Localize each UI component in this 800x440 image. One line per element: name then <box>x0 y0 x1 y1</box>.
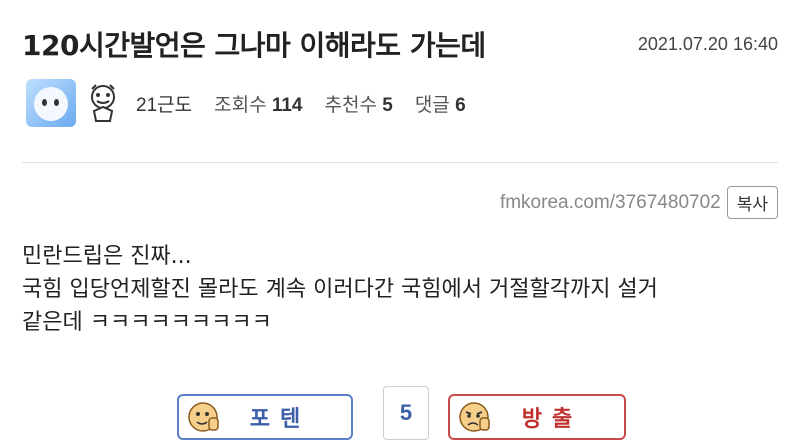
body-line: 국힘 입당언제할진 몰라도 계속 이러다간 국힘에서 거절할각까지 설거 <box>22 277 658 302</box>
vote-count: 5 <box>383 386 429 440</box>
post-url[interactable]: fmkorea.com/3767480702 <box>500 192 721 214</box>
downvote-button[interactable]: 방출 <box>448 394 626 440</box>
recommend-stat: 추천수 5 <box>325 90 393 117</box>
vote-row: 포텐 5 방출 <box>0 386 800 440</box>
recommend-label: 추천수 <box>324 94 377 116</box>
views-stat: 조회수 114 <box>214 90 302 117</box>
post-body: 민란드립은 진짜... 국힘 입당언제할진 몰라도 계속 이러다간 국힘에서 거… <box>22 240 658 339</box>
url-row: fmkorea.com/3767480702 복사 <box>500 186 778 219</box>
copy-url-button[interactable]: 복사 <box>726 186 778 219</box>
avatar[interactable] <box>26 79 76 127</box>
thumbs-up-face-icon <box>188 402 219 432</box>
post-title: 120시간발언은 그나마 이해라도 가는데 <box>22 29 486 62</box>
post-date: 2021.07.20 16:40 <box>637 34 778 54</box>
views-label: 조회수 <box>214 94 267 116</box>
views-count: 114 <box>271 94 303 116</box>
upvote-label: 포텐 <box>249 407 311 432</box>
level-icon <box>91 84 115 122</box>
body-line: 같은데 ㅋㅋㅋㅋㅋㅋㅋㅋㅋ <box>22 310 272 335</box>
author-name[interactable]: 21근도 <box>136 90 192 117</box>
thumbs-down-face-icon <box>459 402 490 432</box>
comments-count: 6 <box>455 94 466 116</box>
downvote-label: 방출 <box>521 407 583 432</box>
upvote-button[interactable]: 포텐 <box>177 394 353 440</box>
comments-stat[interactable]: 댓글 6 <box>415 90 466 117</box>
post-meta: 21근도 조회수 114 추천수 5 댓글 6 <box>26 78 466 128</box>
recommend-count: 5 <box>382 94 393 116</box>
comments-label: 댓글 <box>414 94 450 116</box>
divider <box>22 162 778 163</box>
body-line: 민란드립은 진짜... <box>22 244 192 269</box>
